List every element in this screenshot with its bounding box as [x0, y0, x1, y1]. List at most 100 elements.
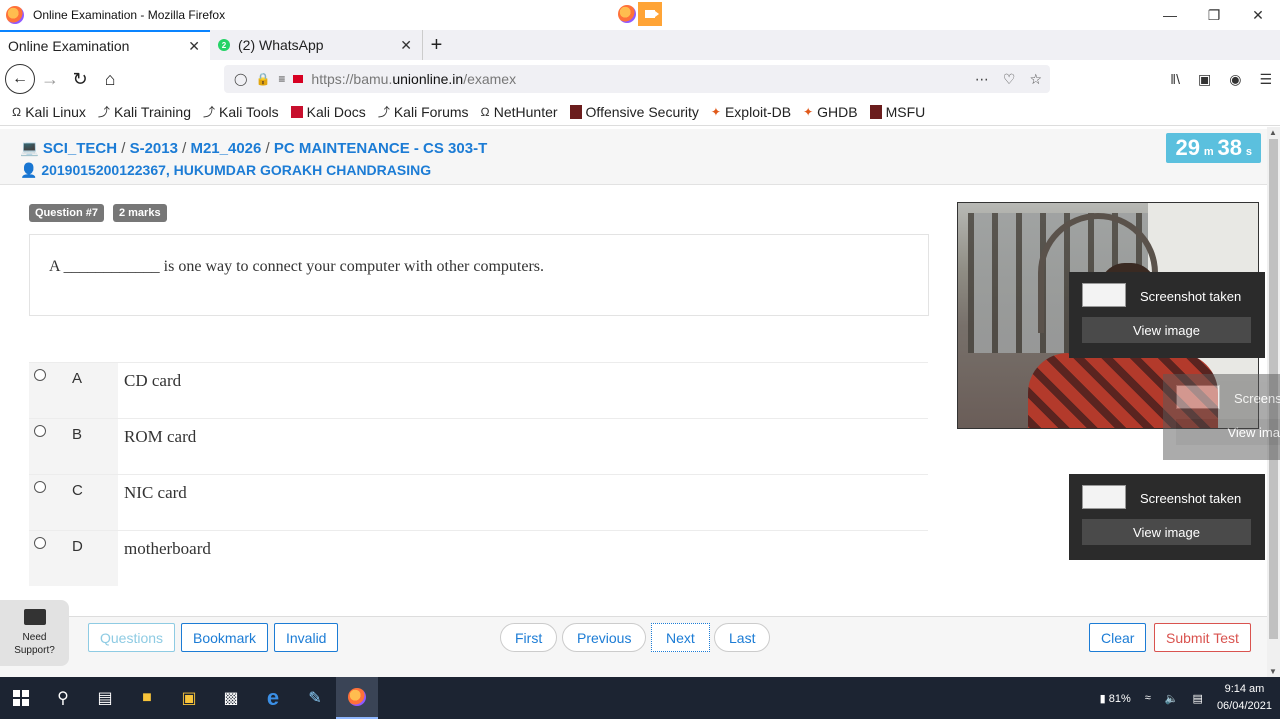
option-text[interactable]: ROM card — [118, 419, 196, 474]
reload-icon[interactable]: ↻ — [65, 64, 95, 94]
notepad-icon[interactable]: ✎ — [294, 677, 336, 719]
previous-button[interactable]: Previous — [562, 623, 647, 652]
pocket-icon[interactable]: ♡ — [1003, 71, 1016, 88]
scroll-up-icon[interactable]: ▲ — [1269, 128, 1277, 137]
bookmark-kali-training[interactable]: ⤴ Kali Training — [98, 103, 191, 120]
option-c[interactable]: C NIC card — [29, 474, 928, 530]
option-text[interactable]: motherboard — [118, 531, 211, 586]
forward-arrow-icon[interactable]: → — [35, 64, 65, 94]
camera-sharing-icon[interactable] — [638, 2, 662, 26]
url-bar[interactable]: ◯ 🔒 ≡ https://bamu. unionline.in/examex ⋯… — [224, 65, 1050, 93]
view-image-button[interactable]: View ima — [1176, 419, 1280, 445]
camera-recording-icon[interactable] — [293, 75, 304, 83]
user-icon: 👤 — [20, 162, 38, 178]
kali-tool-icon: ⤴ — [202, 105, 215, 119]
last-button[interactable]: Last — [714, 623, 771, 652]
option-text[interactable]: NIC card — [118, 475, 187, 530]
clear-button[interactable]: Clear — [1089, 623, 1147, 652]
option-c-radio[interactable] — [34, 481, 46, 493]
window-controls: — ❐ ✕ — [1148, 0, 1280, 30]
exploit-db-icon: ✦ — [710, 104, 721, 119]
edge-icon[interactable]: e — [252, 677, 294, 719]
option-a-radio[interactable] — [34, 369, 46, 381]
bookmarks-toolbar: Ω Kali Linux ⤴ Kali Training ⤴ Kali Tools K… — [0, 98, 1280, 126]
notifications-icon[interactable]: ▤ — [1193, 692, 1203, 705]
restore-icon[interactable]: ❐ — [1192, 0, 1236, 30]
folder-icon[interactable]: ▣ — [168, 677, 210, 719]
breadcrumb: 💻 SCI_TECH / S-2013 / M21_4026 / PC MAIN… — [20, 140, 488, 157]
nethunter-icon: Ω — [480, 104, 490, 119]
answer-options: A CD card B ROM card C NIC card D mother… — [29, 362, 928, 586]
window-titlebar: Online Examination - Mozilla Firefox — ❐… — [0, 0, 1280, 30]
first-button[interactable]: First — [500, 623, 558, 652]
option-b[interactable]: B ROM card — [29, 418, 928, 474]
bookmark-button[interactable]: Bookmark — [181, 623, 269, 652]
option-d-radio[interactable] — [34, 537, 46, 549]
bookmark-ghdb[interactable]: ✦ GHDB — [803, 104, 858, 120]
marks-badge: 2 marks — [112, 204, 167, 222]
clock[interactable]: 9:14 am 06/04/2021 — [1217, 681, 1272, 715]
laptop-icon: 💻 — [20, 140, 39, 157]
firefox-logo-icon — [6, 6, 24, 24]
student-info: 👤 2019015200122367, HUKUMDAR GORAKH CHAN… — [20, 162, 431, 179]
tab-online-examination[interactable]: Online Examination ✕ — [0, 30, 210, 60]
file-explorer-doc-icon[interactable]: ■ — [126, 677, 168, 719]
windows-start-icon[interactable] — [0, 677, 42, 719]
sharing-indicator[interactable] — [618, 2, 662, 26]
bookmark-kali-tools[interactable]: ⤴ Kali Tools — [203, 103, 279, 120]
option-text[interactable]: CD card — [118, 363, 181, 418]
bookmark-kali-forums[interactable]: ⤴ Kali Forums — [378, 103, 469, 120]
account-icon[interactable]: ◉ — [1229, 71, 1241, 88]
bookmark-star-icon[interactable]: ☆ — [1029, 71, 1042, 88]
bookmark-exploit-db[interactable]: ✦ Exploit-DB — [711, 104, 791, 120]
option-b-radio[interactable] — [34, 425, 46, 437]
bookmark-msfu[interactable]: MSFU — [869, 104, 925, 120]
back-arrow-icon[interactable]: ← — [5, 64, 35, 94]
invalid-button[interactable]: Invalid — [274, 623, 339, 652]
firefox-taskbar-icon[interactable] — [336, 677, 378, 719]
questions-button[interactable]: Questions — [88, 623, 176, 652]
kali-tool-icon: ⤴ — [97, 105, 110, 119]
permissions-icon[interactable]: ≡ — [278, 72, 285, 86]
battery-indicator[interactable]: ▮ 81% — [1100, 692, 1131, 705]
bookmark-kali-docs[interactable]: Kali Docs — [290, 104, 366, 120]
sidebar-icon[interactable]: ▣ — [1198, 71, 1211, 88]
task-view-icon[interactable]: ▤ — [84, 677, 126, 719]
next-button[interactable]: Next — [651, 623, 710, 652]
kali-tool-icon: ⤴ — [377, 105, 390, 119]
view-image-button[interactable]: View image — [1082, 519, 1251, 545]
msfu-icon — [869, 104, 882, 119]
student-name: 2019015200122367, HUKUMDAR GORAKH CHANDR… — [41, 162, 432, 178]
bookmark-nethunter[interactable]: Ω NetHunter — [481, 104, 558, 120]
kali-docs-icon — [290, 105, 303, 118]
menu-icon[interactable]: ☰ — [1259, 71, 1272, 88]
tab-label: (2) WhatsApp — [238, 37, 324, 53]
url-domain: unionline.in — [392, 71, 464, 87]
countdown-timer: 29 m 38 s — [1166, 133, 1261, 163]
search-icon[interactable]: ⚲ — [42, 677, 84, 719]
view-image-button[interactable]: View image — [1082, 317, 1251, 343]
close-tab-icon[interactable]: ✕ — [400, 37, 412, 54]
library-icon[interactable]: ‖\ — [1170, 71, 1180, 87]
page-actions-icon[interactable]: ⋯ — [975, 71, 989, 88]
new-tab-plus-icon[interactable]: + — [422, 30, 450, 60]
home-icon[interactable]: ⌂ — [95, 64, 125, 94]
close-window-icon[interactable]: ✕ — [1236, 0, 1280, 30]
volume-icon[interactable]: 🔈 — [1165, 692, 1179, 705]
shield-icon[interactable]: ◯ — [234, 72, 247, 86]
screenshot-thumbnail — [1082, 283, 1126, 307]
bookmark-offensive-security[interactable]: Offensive Security — [569, 104, 699, 120]
terminal-icon[interactable]: ▩ — [210, 677, 252, 719]
lock-icon[interactable]: 🔒 — [255, 72, 270, 86]
need-support-widget[interactable]: Need Support? — [0, 600, 69, 666]
bookmark-kali-linux[interactable]: Ω Kali Linux — [12, 104, 86, 120]
submit-test-button[interactable]: Submit Test — [1154, 623, 1251, 652]
option-d[interactable]: D motherboard — [29, 530, 928, 586]
kali-dragon-icon: Ω — [12, 104, 22, 119]
tab-whatsapp[interactable]: 2 (2) WhatsApp ✕ — [210, 30, 422, 60]
close-tab-icon[interactable]: ✕ — [188, 38, 200, 55]
option-a[interactable]: A CD card — [29, 362, 928, 418]
scroll-down-icon[interactable]: ▼ — [1269, 667, 1277, 676]
minimize-icon[interactable]: — — [1148, 0, 1192, 30]
wifi-icon[interactable]: ≈ — [1145, 692, 1151, 704]
